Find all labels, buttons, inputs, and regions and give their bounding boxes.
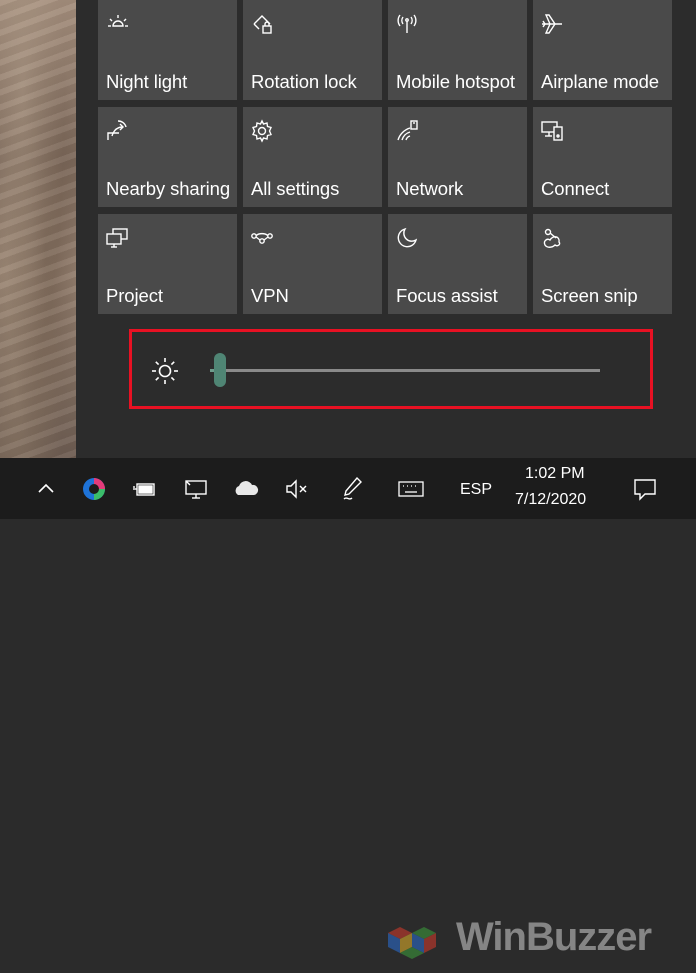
brightness-slider-track[interactable] [210,369,600,372]
network-icon [395,119,419,143]
tile-airplane-mode[interactable]: Airplane mode [533,0,672,100]
rotation-lock-icon [250,12,274,36]
tile-label: Nearby sharing [106,178,231,199]
tile-nearby-sharing[interactable]: Nearby sharing [98,107,237,207]
pen-icon[interactable] [339,475,367,503]
tile-project[interactable]: Project [98,214,237,314]
vpn-icon [250,226,274,250]
browser-icon[interactable] [80,475,108,503]
clock-time[interactable]: 1:02 PM [525,465,585,483]
tile-network[interactable]: Network [388,107,527,207]
notification-icon[interactable] [631,475,659,503]
tile-rotation-lock[interactable]: Rotation lock [243,0,382,100]
desktop-wallpaper [0,0,76,458]
moon-icon [395,226,419,250]
tile-label: Network [396,178,464,199]
battery-icon[interactable] [131,475,159,503]
screen-snip-icon [540,226,564,250]
nearby-sharing-icon [105,119,129,143]
network-icon[interactable] [182,475,210,503]
tile-label: Night light [106,71,188,92]
tile-focus-assist[interactable]: Focus assist [388,214,527,314]
watermark-text: WinBuzzer [456,915,652,959]
tile-label: Mobile hotspot [396,71,515,92]
tile-night-light[interactable]: Night light [98,0,237,100]
gear-icon [250,119,274,143]
clock-date[interactable]: 7/12/2020 [515,491,586,509]
tile-label: Rotation lock [251,71,357,92]
taskbar: WinBuzzer ESP 1:02 PM 7/12/2020 [0,458,696,959]
watermark-logo: WinBuzzer [378,913,688,973]
language-indicator[interactable]: ESP [460,481,492,499]
tile-label: Focus assist [396,285,498,306]
volume-muted-icon[interactable] [283,475,311,503]
tile-screen-snip[interactable]: Screen snip [533,214,672,314]
tile-label: Airplane mode [541,71,659,92]
brightness-slider-thumb[interactable] [214,353,226,387]
chevron-up-icon[interactable] [32,475,60,503]
tile-connect[interactable]: Connect [533,107,672,207]
brightness-control [129,329,653,409]
tile-label: Connect [541,178,610,199]
mobile-hotspot-icon [395,12,419,36]
tile-vpn[interactable]: VPN [243,214,382,314]
keyboard-icon[interactable] [397,475,425,503]
tile-all-settings[interactable]: All settings [243,107,382,207]
tile-label: All settings [251,178,340,199]
tile-label: VPN [251,285,289,306]
connect-icon [540,119,564,143]
cloud-icon[interactable] [232,475,260,503]
project-icon [105,226,129,250]
tile-mobile-hotspot[interactable]: Mobile hotspot [388,0,527,100]
night-light-icon [105,12,129,36]
airplane-icon [540,12,564,36]
tile-label: Project [106,285,163,306]
tile-label: Screen snip [541,285,638,306]
quick-actions-grid: Night light Rotation lock Mobile hotspot… [98,0,674,314]
sun-icon [150,356,180,386]
action-center-panel: Night light Rotation lock Mobile hotspot… [76,0,696,458]
